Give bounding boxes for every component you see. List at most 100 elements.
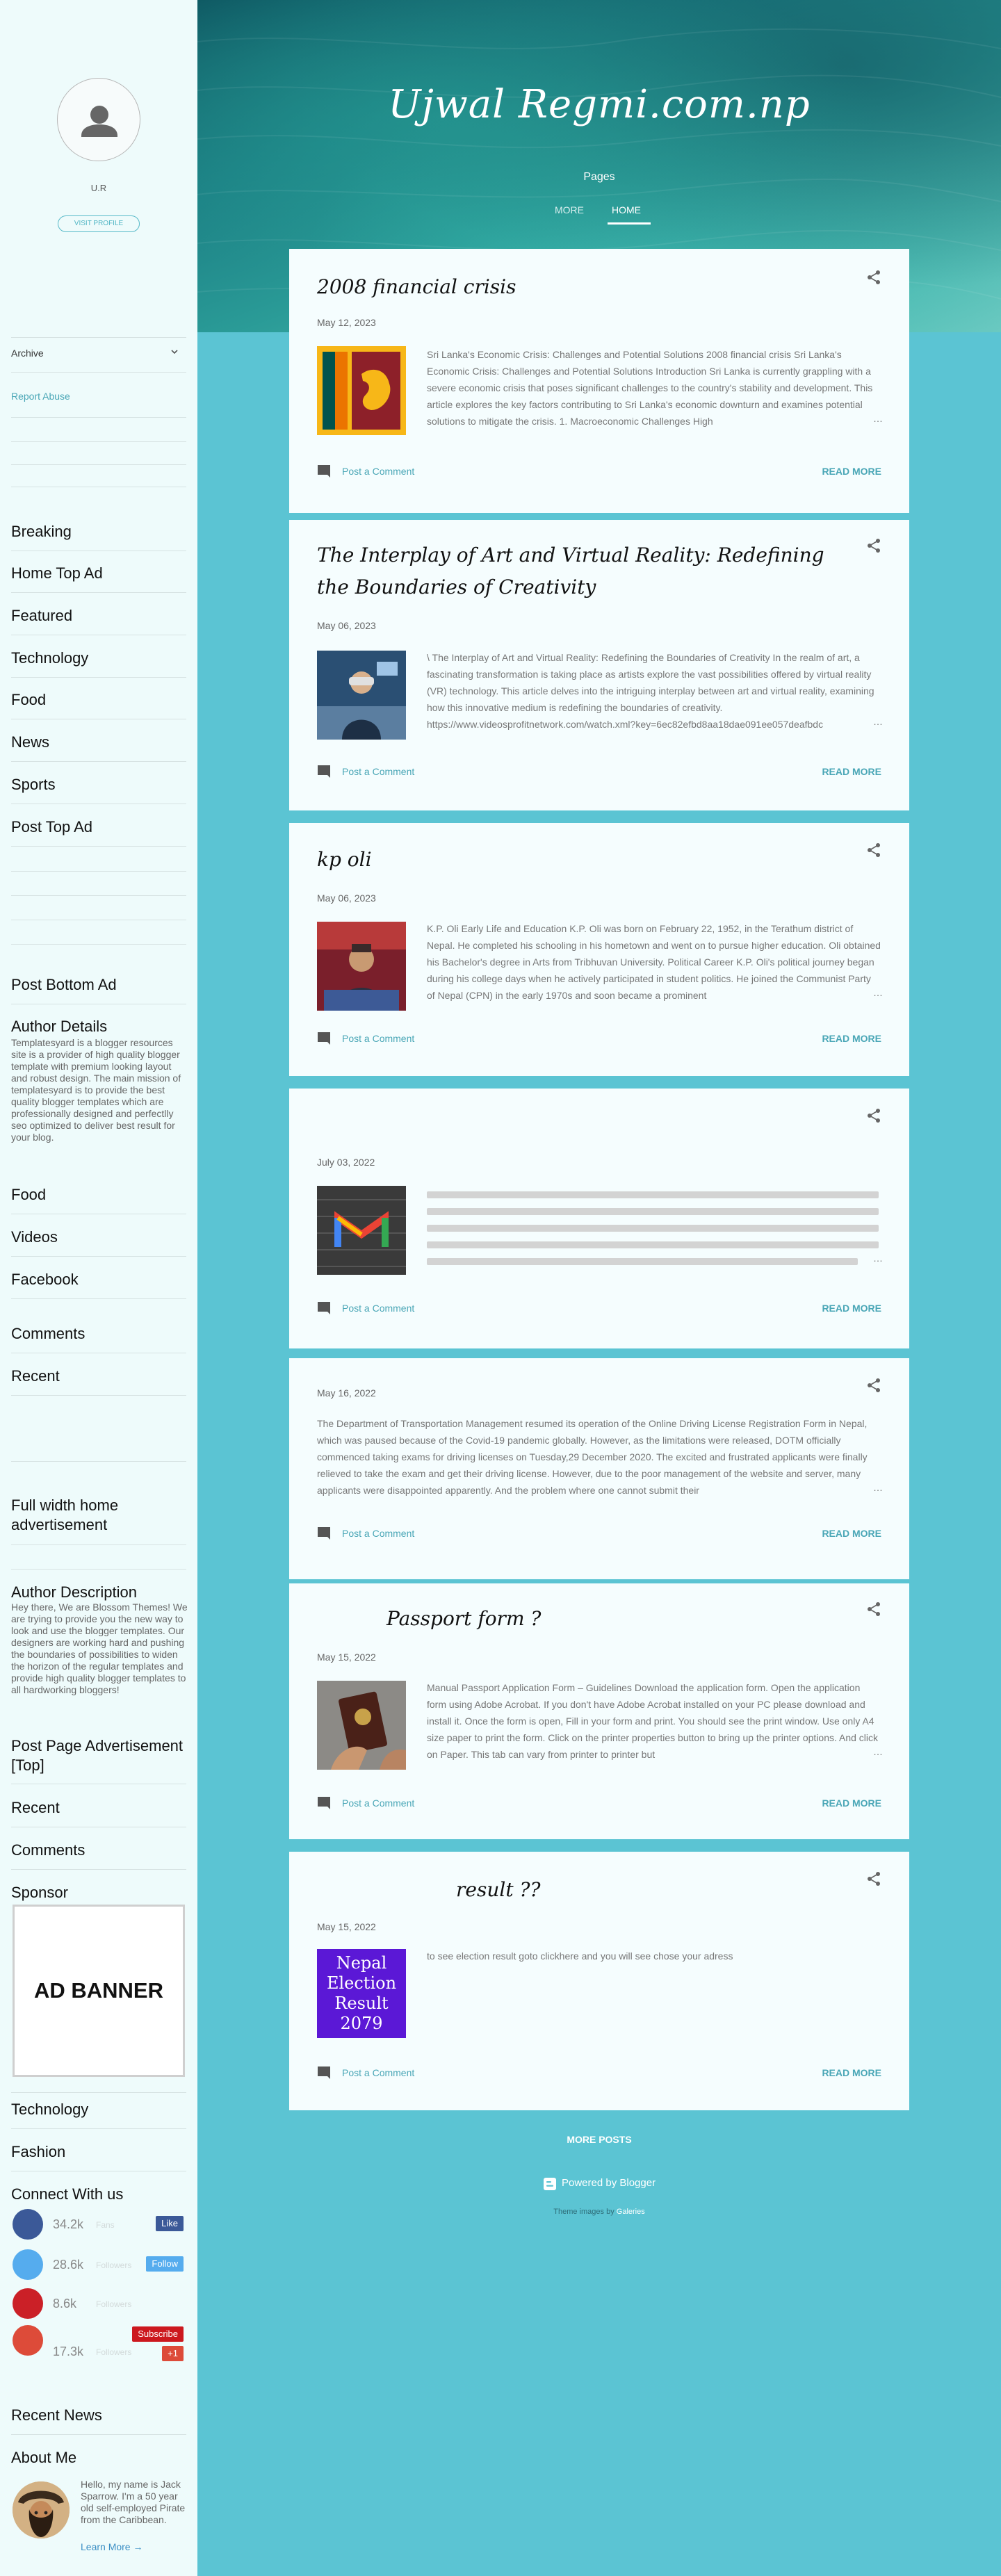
post-card: May 16, 2022 The Department of Transport… xyxy=(289,1358,909,1579)
connect-count: 17.3k xyxy=(53,2345,84,2358)
post-date: May 06, 2023 xyxy=(317,892,376,904)
twitter-icon[interactable] xyxy=(13,2249,43,2280)
read-more-link[interactable]: READ MORE xyxy=(822,2067,881,2078)
passport-photo-icon xyxy=(317,1681,406,1770)
ellipsis: … xyxy=(873,1482,883,1493)
post-snippet: The Department of Transportation Managem… xyxy=(317,1418,868,1496)
post-thumbnail[interactable] xyxy=(317,1186,406,1275)
read-more-link[interactable]: READ MORE xyxy=(822,1798,881,1809)
widget-title-videos: Videos xyxy=(11,1228,58,1246)
powered-by-blogger-link[interactable]: Powered by Blogger xyxy=(562,2177,656,2189)
connect-count: 34.2k xyxy=(53,2217,84,2231)
about-me-text: Hello, my name is Jack Sparrow. I'm a 50… xyxy=(81,2479,186,2525)
chevron-down-icon[interactable] xyxy=(171,348,178,355)
divider xyxy=(11,895,186,896)
post-title[interactable]: Passport form ? xyxy=(386,1603,922,1635)
visit-profile-button[interactable]: VISIT PROFILE xyxy=(58,215,140,232)
nav-home[interactable]: HOME xyxy=(612,204,641,215)
archive-toggle[interactable]: Archive xyxy=(11,348,44,359)
theme-credit-link[interactable]: Galeries xyxy=(617,2208,645,2216)
share-icon[interactable] xyxy=(866,1871,881,1886)
widget-title-news: News xyxy=(11,733,50,751)
post-title[interactable]: kp oli xyxy=(317,844,852,876)
widget-title-author-details: Author Details xyxy=(11,1018,108,1035)
divider xyxy=(11,464,186,465)
share-icon[interactable] xyxy=(866,270,881,285)
post-date: May 15, 2022 xyxy=(317,1921,376,1932)
widget-title-comments: Comments xyxy=(11,1325,86,1342)
share-icon[interactable] xyxy=(866,1601,881,1617)
connect-sub: Followers xyxy=(96,2260,132,2270)
connect-sub: Fans xyxy=(96,2220,115,2230)
site-title[interactable]: Ujwal Regmi.com.np xyxy=(197,82,1001,127)
avatar[interactable] xyxy=(57,78,140,161)
ellipsis: … xyxy=(873,1746,883,1757)
connect-row-facebook: 34.2k Fans Like xyxy=(13,2209,188,2240)
post-date: May 16, 2022 xyxy=(317,1387,376,1399)
learn-more-link[interactable]: Learn More → xyxy=(81,2541,143,2552)
vr-photo-icon xyxy=(317,651,406,740)
post-thumbnail[interactable] xyxy=(317,922,406,1011)
post-title[interactable]: result ?? xyxy=(456,1874,991,1906)
divider xyxy=(11,2434,186,2435)
widget-title-about-me: About Me xyxy=(11,2449,77,2466)
comment-icon xyxy=(318,1527,330,1540)
divider xyxy=(11,1569,186,1570)
comment-label: Post a Comment xyxy=(342,1303,415,1314)
connect-sub: Followers xyxy=(96,2299,132,2309)
blogger-icon xyxy=(544,2178,556,2190)
post-thumbnail[interactable] xyxy=(317,651,406,740)
twitter-follow-button[interactable]: Follow xyxy=(146,2256,184,2272)
read-more-link[interactable]: READ MORE xyxy=(822,766,881,777)
read-more-link[interactable]: READ MORE xyxy=(822,1528,881,1539)
sidebar: U.R VISIT PROFILE Archive Report Abuse B… xyxy=(0,0,197,2576)
share-icon[interactable] xyxy=(866,1378,881,1393)
divider xyxy=(11,2128,186,2129)
post-snippet: \ The Interplay of Art and Virtual Reali… xyxy=(427,652,874,730)
post-thumbnail[interactable]: Nepal Election Result 2079 xyxy=(317,1949,406,2038)
divider xyxy=(11,1298,186,1299)
comment-icon xyxy=(318,1032,330,1045)
post-thumbnail[interactable] xyxy=(317,346,406,435)
more-posts-button[interactable]: MORE POSTS xyxy=(197,2134,1001,2145)
post-snippet: K.P. Oli Early Life and Education K.P. O… xyxy=(427,923,881,1001)
read-more-link[interactable]: READ MORE xyxy=(822,1033,881,1044)
widget-title-sports: Sports xyxy=(11,776,56,793)
post-card: The Interplay of Art and Virtual Reality… xyxy=(289,520,909,810)
divider xyxy=(11,761,186,762)
comment-icon xyxy=(318,1797,330,1809)
connect-row-pinterest: 8.6k Followers xyxy=(13,2288,188,2319)
comment-label: Post a Comment xyxy=(342,1033,415,1044)
widget-title-technology: Technology xyxy=(11,649,89,667)
youtube-subscribe-button[interactable]: Subscribe xyxy=(132,2326,184,2342)
share-icon[interactable] xyxy=(866,842,881,858)
post-date: May 06, 2023 xyxy=(317,620,376,631)
post-card: 2008 financial crisis May 12, 2023 Sri L… xyxy=(289,249,909,513)
about-me-avatar xyxy=(13,2481,70,2538)
post-card: Passport form ? May 15, 2022 Manual Pass… xyxy=(289,1583,909,1839)
ellipsis: … xyxy=(873,716,883,727)
post-thumbnail[interactable] xyxy=(317,1681,406,1770)
post-title[interactable]: 2008 financial crisis xyxy=(317,271,852,303)
share-icon[interactable] xyxy=(866,538,881,553)
widget-title-post-top-ad: Post Top Ad xyxy=(11,818,93,835)
divider xyxy=(11,871,186,872)
post-title[interactable]: The Interplay of Art and Virtual Reality… xyxy=(317,539,852,603)
comment-icon xyxy=(318,1302,330,1314)
read-more-link[interactable]: READ MORE xyxy=(822,466,881,477)
youtube-icon[interactable] xyxy=(13,2325,43,2356)
widget-title-food-2: Food xyxy=(11,1186,47,1203)
divider xyxy=(11,1869,186,1870)
facebook-like-button[interactable]: Like xyxy=(156,2216,184,2231)
facebook-icon[interactable] xyxy=(13,2209,43,2240)
share-icon[interactable] xyxy=(866,1108,881,1123)
ad-banner[interactable]: AD BANNER xyxy=(13,1905,185,2077)
read-more-link[interactable]: READ MORE xyxy=(822,1303,881,1314)
pinterest-icon[interactable] xyxy=(13,2288,43,2319)
divider xyxy=(11,1395,186,1396)
widget-title-home-top-ad: Home Top Ad xyxy=(11,564,103,582)
google-plus-button[interactable]: +1 xyxy=(162,2346,184,2361)
nav-more[interactable]: MORE xyxy=(555,204,584,215)
report-abuse-link[interactable]: Report Abuse xyxy=(11,391,70,402)
comment-label: Post a Comment xyxy=(342,2067,415,2078)
